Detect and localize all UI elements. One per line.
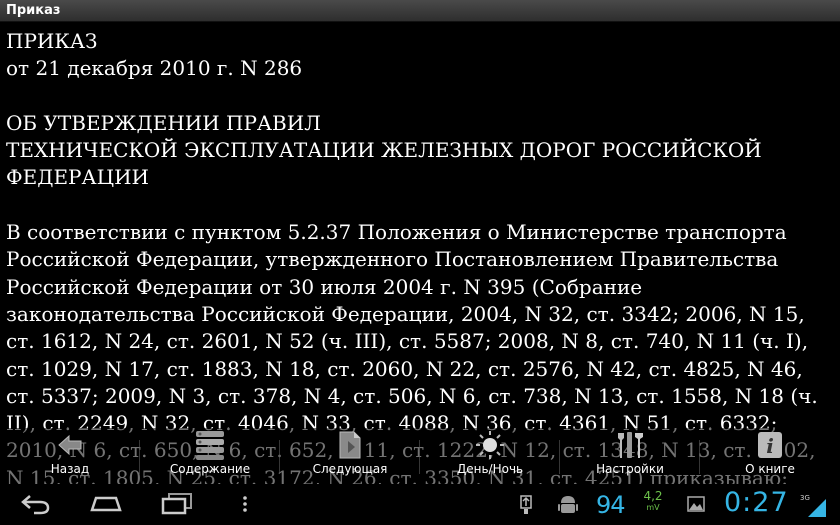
document-title-line1: ОБ УТВЕРЖДЕНИИ ПРАВИЛ [6, 110, 321, 135]
back-button[interactable]: Назад [0, 428, 140, 484]
day-night-button[interactable]: День/Ночь [420, 428, 560, 484]
document-content[interactable]: ПРИКАЗ от 21 декабря 2010 г. N 286 ОБ УТ… [6, 28, 832, 484]
system-menu-button[interactable] [240, 492, 250, 520]
next-page-button[interactable]: Следующая [280, 428, 420, 484]
day-night-icon [470, 428, 510, 462]
day-night-label: День/Ночь [456, 462, 524, 476]
window-title: Приказ [6, 3, 61, 18]
home-icon [90, 496, 122, 512]
voltage-unit: mV [646, 503, 660, 512]
next-page-label: Следующая [312, 462, 388, 476]
system-back-button[interactable] [20, 492, 52, 520]
back-icon [50, 428, 90, 462]
contents-button[interactable]: Содержание [140, 428, 280, 484]
info-icon: i [750, 428, 790, 462]
document-title-line3: ФЕДЕРАЦИИ [6, 165, 149, 190]
network-type: 3G [800, 494, 810, 502]
voltage-indicator: 4,2 mV [642, 489, 664, 513]
reader-action-bar: Назад Содержание Следующая День/Ночь Нас… [0, 428, 840, 484]
document-heading: ПРИКАЗ [6, 29, 98, 53]
settings-button[interactable]: Настройки [560, 428, 700, 484]
document-date: от 21 декабря 2010 г. N 286 [6, 56, 303, 81]
title-bar: Приказ [0, 0, 840, 22]
settings-icon [610, 428, 650, 462]
status-clock: 0:27 [724, 487, 789, 518]
about-book-label: О книге [745, 462, 795, 476]
contents-label: Содержание [169, 462, 251, 476]
usb-icon [517, 494, 535, 520]
settings-label: Настройки [596, 462, 664, 476]
recents-icon [161, 493, 192, 515]
system-recents-button[interactable] [160, 492, 194, 520]
battery-level: 94 [596, 491, 626, 519]
gallery-icon [686, 494, 706, 518]
back-arrow-icon [21, 495, 50, 515]
android-debug-icon [557, 493, 579, 521]
system-nav-bar [0, 484, 840, 525]
document-title-line2: ТЕХНИЧЕСКОЙ ЭКСПЛУАТАЦИИ ЖЕЛЕЗНЫХ ДОРОГ … [6, 138, 762, 163]
voltage-value: 4,2 [643, 489, 663, 503]
back-label: Назад [50, 462, 90, 476]
system-home-button[interactable] [88, 492, 124, 520]
svg-text:i: i [766, 434, 774, 458]
next-page-icon [330, 428, 370, 462]
contents-icon [190, 428, 230, 462]
about-book-button[interactable]: i О книге [700, 428, 840, 484]
overflow-menu-icon [243, 496, 247, 512]
